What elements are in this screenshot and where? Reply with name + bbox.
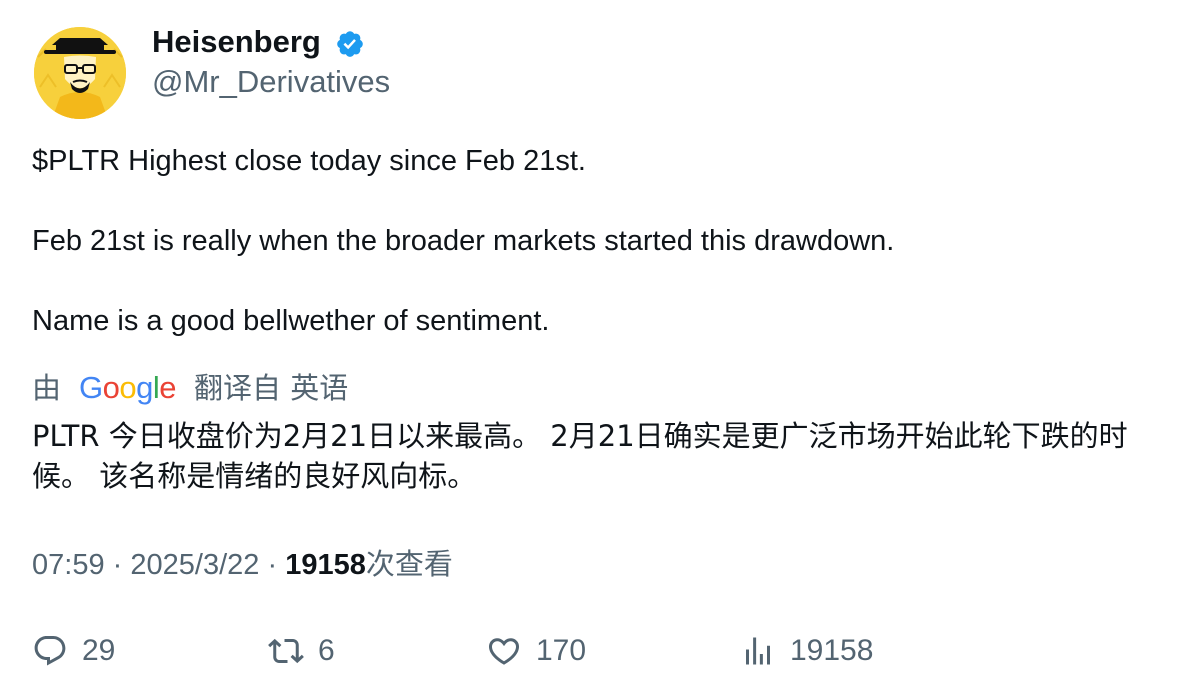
avatar[interactable] <box>34 27 126 119</box>
user-handle[interactable]: @Mr_Derivatives <box>152 64 390 100</box>
verified-badge-icon[interactable] <box>335 29 365 59</box>
google-letter: g <box>136 370 153 405</box>
google-letter: G <box>79 370 103 405</box>
reply-count: 29 <box>82 634 116 667</box>
tweet-meta: 07:59 · 2025/3/22 · 19158次查看 <box>32 544 453 585</box>
tweet-card: Heisenberg @Mr_Derivatives $PLTR Highest… <box>0 0 1196 698</box>
google-letter: e <box>159 370 177 405</box>
views-label: 次查看 <box>365 547 453 581</box>
display-name[interactable]: Heisenberg <box>152 24 321 60</box>
avatar-heisenberg-icon <box>34 27 126 119</box>
tweet-time[interactable]: 07:59 <box>32 549 105 581</box>
views-count-action: 19158 <box>790 634 874 667</box>
translated-by-line: 由 Google 翻译自 英语 <box>32 368 348 408</box>
tweet-paragraph: Name is a good bellwether of sentiment. <box>32 305 550 337</box>
meta-separator: · <box>267 549 278 581</box>
meta-separator: · <box>112 549 123 581</box>
google-letter: o <box>102 370 120 405</box>
action-bar: 29 6 170 19158 <box>0 628 1196 678</box>
retweet-count: 6 <box>318 634 335 667</box>
views-count: 19158 <box>285 549 366 581</box>
reply-icon <box>34 636 66 666</box>
retweet-icon <box>268 638 304 664</box>
views-button[interactable]: 19158 <box>740 628 873 674</box>
heart-icon <box>488 638 520 665</box>
like-button[interactable]: 170 <box>486 628 586 674</box>
translated-text: PLTR 今日收盘价为2月21日以来最高。 2月21日确实是更广泛市场开始此轮下… <box>32 419 1128 493</box>
translated-by-suffix: 翻译自 英语 <box>194 371 349 405</box>
tweet-paragraph: $PLTR Highest close today since Feb 21st… <box>32 145 586 177</box>
google-letter: o <box>119 370 137 405</box>
like-count: 170 <box>536 634 587 667</box>
views-chart-icon <box>746 637 770 665</box>
reply-button[interactable]: 29 <box>32 628 115 674</box>
translated-by-prefix: 由 <box>32 371 62 405</box>
retweet-button[interactable]: 6 <box>268 628 335 674</box>
tweet-paragraph: Feb 21st is really when the broader mark… <box>32 225 895 257</box>
tweet-date[interactable]: 2025/3/22 <box>130 549 259 581</box>
google-logo[interactable]: Google <box>79 369 177 407</box>
